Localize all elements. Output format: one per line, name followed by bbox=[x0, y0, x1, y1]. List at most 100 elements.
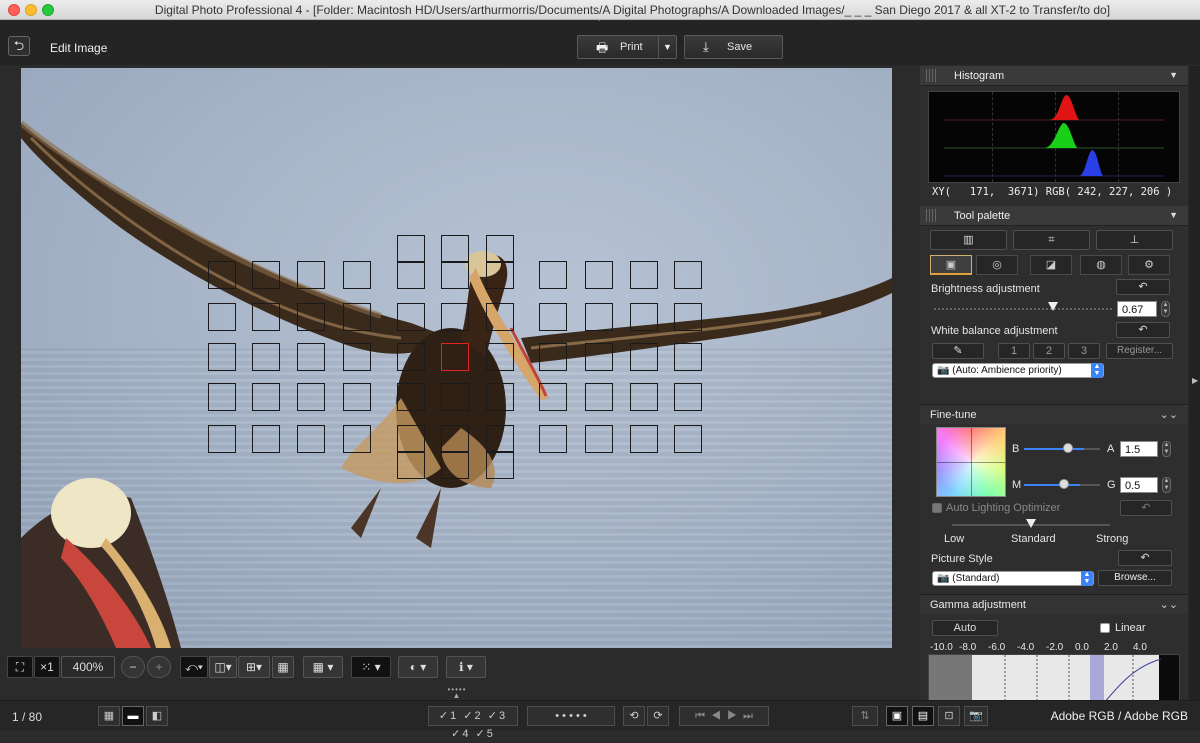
alo-slider-thumb[interactable] bbox=[1026, 519, 1036, 528]
chevron-down-icon[interactable]: ▼ bbox=[1169, 210, 1178, 220]
tab-basic[interactable]: ▣ bbox=[930, 255, 972, 275]
back-button[interactable]: ⮌ bbox=[8, 36, 30, 56]
lens-correction-tool-button[interactable]: ▥ bbox=[930, 230, 1007, 250]
tab-curve[interactable]: ◪ bbox=[1030, 255, 1072, 275]
ba-slider-thumb[interactable] bbox=[1063, 443, 1073, 453]
grid-overlay-icon[interactable]: ▦ ▾ bbox=[303, 656, 343, 678]
wb-reset-button[interactable]: ↶ bbox=[1116, 322, 1170, 338]
af-point bbox=[208, 343, 236, 371]
compare-icon[interactable]: ◫▾ bbox=[209, 656, 237, 678]
ba-slider[interactable] bbox=[1024, 448, 1084, 450]
tab-detail[interactable]: ◎ bbox=[976, 255, 1018, 275]
zoom-value-dropdown[interactable]: 400% bbox=[61, 656, 115, 678]
check-4-button[interactable]: ✓4 bbox=[451, 728, 470, 740]
ba-stepper[interactable]: ▲ ▼ bbox=[1162, 441, 1171, 457]
check-5-button[interactable]: ✓5 bbox=[476, 728, 495, 740]
print-dropdown-icon[interactable]: ▼ bbox=[658, 36, 676, 58]
browse-button[interactable]: Browse... bbox=[1098, 570, 1172, 586]
wb-register-button[interactable]: Register... bbox=[1106, 343, 1173, 359]
crop-tool-button[interactable]: ⌗ bbox=[1013, 230, 1090, 250]
tool-palette-icon[interactable]: ▣ bbox=[886, 706, 908, 726]
grid-toggle-icon[interactable]: ▦ bbox=[272, 656, 294, 678]
close-window-button[interactable] bbox=[8, 4, 20, 16]
brightness-slider[interactable] bbox=[934, 308, 1114, 310]
mg-stepper[interactable]: ▲ ▼ bbox=[1162, 477, 1171, 493]
chevron-down-icon[interactable]: ▼ bbox=[1169, 70, 1178, 80]
check-2-button[interactable]: ✓2 bbox=[463, 710, 482, 722]
save-button[interactable]: ⤓ Save bbox=[684, 35, 783, 59]
mg-slider-thumb[interactable] bbox=[1059, 479, 1069, 489]
check-3-button[interactable]: ✓3 bbox=[488, 710, 507, 722]
next-image-icon[interactable]: ▶ bbox=[727, 710, 737, 722]
tab-color[interactable]: ◍ bbox=[1080, 255, 1122, 275]
side-layout-icon[interactable]: ◧ bbox=[146, 706, 168, 726]
wb-eyedropper-button[interactable]: ✎ bbox=[932, 343, 984, 359]
af-points-icon[interactable]: ⁙ ▾ bbox=[351, 656, 391, 678]
histogram-title: Histogram bbox=[954, 70, 1005, 82]
first-image-icon[interactable]: ⏮ bbox=[695, 710, 705, 722]
brightness-reset-button[interactable]: ↶ bbox=[1116, 279, 1170, 295]
brightness-stepper[interactable]: ▲ ▼ bbox=[1161, 301, 1170, 317]
rotate-ccw-icon[interactable]: ⟲ bbox=[623, 706, 645, 726]
histogram-icon[interactable]: ▤ bbox=[912, 706, 934, 726]
star-rating[interactable]: • • • • • bbox=[527, 706, 615, 726]
split-view-icon[interactable]: ⊞▾ bbox=[238, 656, 270, 678]
sort-icon[interactable]: ⇅ bbox=[852, 706, 878, 726]
minimize-window-button[interactable] bbox=[25, 4, 37, 16]
white-balance-label: White balance adjustment bbox=[931, 325, 1058, 337]
image-canvas[interactable] bbox=[21, 68, 892, 648]
ba-input[interactable]: 1.5 bbox=[1120, 441, 1158, 457]
fine-tune-header[interactable]: Fine-tune ⌄⌄ bbox=[920, 404, 1188, 424]
zoom-in-button[interactable]: + bbox=[147, 656, 171, 678]
filmstrip-layout-icon[interactable]: ▬ bbox=[122, 706, 144, 726]
fit-to-screen-button[interactable]: ⛶ bbox=[7, 656, 33, 678]
picture-style-reset-button[interactable]: ↶ bbox=[1118, 550, 1172, 566]
fine-tune-color-wheel[interactable] bbox=[936, 427, 1006, 497]
zoom-factor-button[interactable]: ×1 bbox=[34, 656, 60, 678]
tab-settings[interactable]: ⚙ bbox=[1128, 255, 1170, 275]
filmstrip-handle[interactable]: ••••• ▲ bbox=[446, 686, 468, 700]
alo-reset-button[interactable]: ↶ bbox=[1120, 500, 1172, 516]
drag-grip-icon[interactable] bbox=[926, 209, 936, 222]
navigator-icon[interactable]: ⊡ bbox=[938, 706, 960, 726]
wb-slot-1-button[interactable]: 1 bbox=[998, 343, 1030, 359]
gamma-header[interactable]: Gamma adjustment ⌄⌄ bbox=[920, 594, 1188, 614]
stamp-tool-button[interactable]: ⊥ bbox=[1096, 230, 1173, 250]
print-button[interactable]: 🖶 Print ▼ bbox=[577, 35, 677, 59]
histogram-header[interactable]: Histogram ▼ bbox=[920, 66, 1188, 86]
brightness-input[interactable]: 0.67 bbox=[1117, 301, 1157, 317]
wb-preset-select[interactable]: 📷 (Auto: Ambience priority) ▲ ▼ bbox=[932, 363, 1104, 378]
alo-checkbox[interactable] bbox=[932, 503, 942, 513]
af-point bbox=[297, 425, 325, 453]
gamma-auto-button[interactable]: Auto bbox=[932, 620, 998, 636]
rotate-left-icon[interactable]: ⤺▾ bbox=[180, 656, 208, 678]
color-space-label: Adobe RGB / Adobe RGB bbox=[1050, 709, 1188, 723]
wb-slot-2-button[interactable]: 2 bbox=[1033, 343, 1065, 359]
gamma-graph[interactable] bbox=[928, 654, 1180, 700]
linear-checkbox[interactable] bbox=[1100, 623, 1110, 633]
drag-grip-icon[interactable] bbox=[926, 69, 936, 82]
prev-image-icon[interactable]: ◀ bbox=[711, 710, 721, 722]
maximize-window-button[interactable] bbox=[42, 4, 54, 16]
fine-tune-title: Fine-tune bbox=[930, 409, 977, 421]
camera-icon[interactable]: 📷 bbox=[964, 706, 988, 726]
brightness-slider-thumb[interactable] bbox=[1047, 302, 1058, 311]
panel-collapse-strip[interactable]: ▶ bbox=[1189, 66, 1200, 700]
double-chevron-down-icon[interactable]: ⌄⌄ bbox=[1160, 598, 1178, 611]
mg-input[interactable]: 0.5 bbox=[1120, 477, 1158, 493]
rotate-cw-icon[interactable]: ⟳ bbox=[647, 706, 669, 726]
af-point bbox=[252, 261, 280, 289]
af-point bbox=[343, 261, 371, 289]
wb-slot-3-button[interactable]: 3 bbox=[1068, 343, 1100, 359]
page-title: Edit Image bbox=[50, 41, 108, 55]
info-icon[interactable]: ℹ ▾ bbox=[446, 656, 486, 678]
picture-style-select[interactable]: 📷 (Standard) ▲ ▼ bbox=[932, 571, 1094, 586]
tool-palette-header[interactable]: Tool palette ▼ bbox=[920, 206, 1188, 226]
mg-slider[interactable] bbox=[1024, 484, 1080, 486]
last-image-icon[interactable]: ⏭ bbox=[743, 710, 753, 722]
zoom-out-button[interactable]: − bbox=[121, 656, 145, 678]
check-1-button[interactable]: ✓1 bbox=[439, 710, 458, 722]
grid-layout-icon[interactable]: ▦ bbox=[98, 706, 120, 726]
double-chevron-down-icon[interactable]: ⌄⌄ bbox=[1160, 408, 1178, 421]
highlight-warning-icon[interactable]: ◐ ▾ bbox=[398, 656, 438, 678]
